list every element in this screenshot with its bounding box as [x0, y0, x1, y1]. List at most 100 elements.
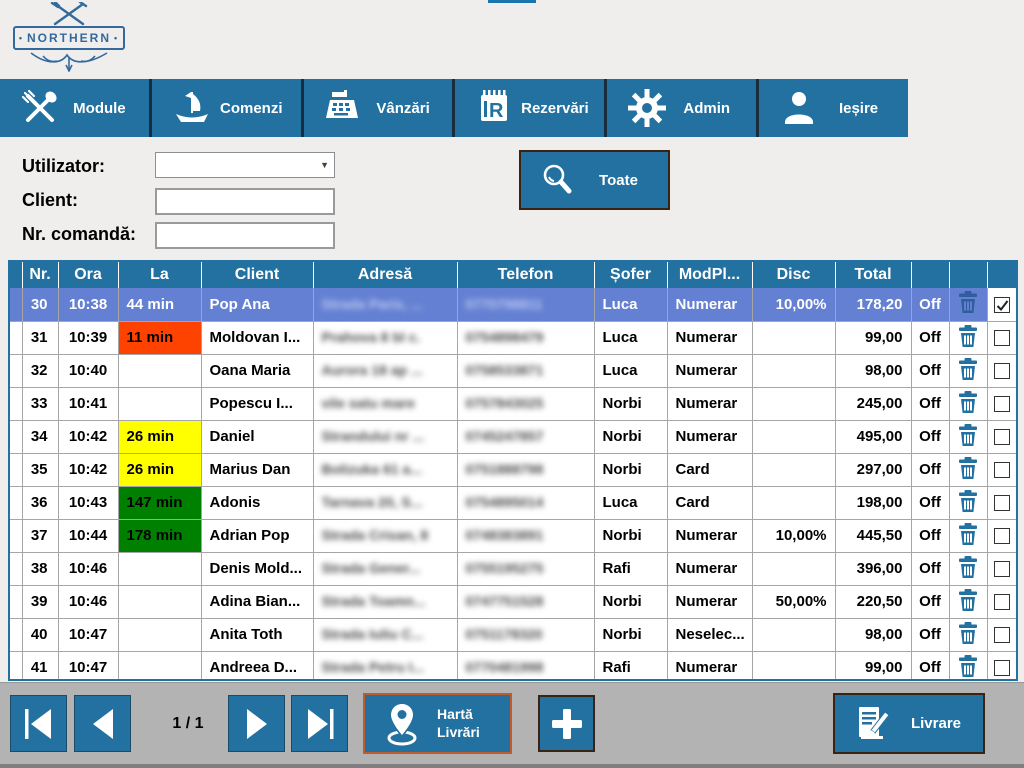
- cell-checkbox: [987, 453, 1016, 486]
- trash-icon: [958, 588, 978, 612]
- delete-order-button[interactable]: [949, 651, 987, 681]
- cell-total: 220,50: [835, 585, 911, 618]
- nav-button-vanzari[interactable]: Vânzări: [304, 79, 453, 137]
- harta-livrari-button[interactable]: HartăLivrări: [363, 693, 512, 754]
- nav-button-admin[interactable]: Admin: [607, 79, 756, 137]
- cell-payment-mode: Card: [667, 453, 752, 486]
- cell-time: 10:41: [58, 387, 118, 420]
- row-checkbox[interactable]: [994, 627, 1010, 643]
- column-header[interactable]: [987, 262, 1016, 288]
- row-checkbox[interactable]: [994, 660, 1010, 676]
- nav-button-module[interactable]: Module: [0, 79, 149, 137]
- column-header[interactable]: ModPl...: [667, 262, 752, 288]
- column-header[interactable]: Total: [835, 262, 911, 288]
- row-selector-cell[interactable]: [10, 486, 22, 519]
- cell-driver: Norbi: [594, 585, 667, 618]
- row-selector-cell[interactable]: [10, 651, 22, 681]
- row-selector-cell[interactable]: [10, 618, 22, 651]
- cell-payment-mode: Numerar: [667, 585, 752, 618]
- delete-order-button[interactable]: [949, 552, 987, 585]
- nav-button-rezervari[interactable]: R Rezervări: [455, 79, 604, 137]
- column-header[interactable]: La: [118, 262, 201, 288]
- row-selector-cell[interactable]: [10, 387, 22, 420]
- client-input[interactable]: [155, 188, 335, 215]
- next-page-button[interactable]: [228, 695, 285, 752]
- main-nav: Module Comenzi Vânzări: [0, 79, 908, 137]
- cell-checkbox: [987, 354, 1016, 387]
- row-checkbox[interactable]: [994, 495, 1010, 511]
- column-header[interactable]: Adresă: [313, 262, 457, 288]
- column-header[interactable]: Disc: [752, 262, 835, 288]
- table-row[interactable]: 3810:46Denis Mold...Strada Gener...07551…: [10, 552, 1016, 585]
- column-header[interactable]: [949, 262, 987, 288]
- add-order-button[interactable]: [538, 695, 595, 752]
- search-all-button[interactable]: Toate: [519, 150, 670, 210]
- cell-discount: [752, 651, 835, 681]
- table-row[interactable]: 3210:40Oana MariaAurora 18 ap ...0758533…: [10, 354, 1016, 387]
- delete-order-button[interactable]: [949, 585, 987, 618]
- map-pin-icon: [381, 701, 423, 747]
- table-row[interactable]: 4010:47Anita TothStrada Iuliu C...075117…: [10, 618, 1016, 651]
- row-selector-cell[interactable]: [10, 354, 22, 387]
- column-header[interactable]: [911, 262, 949, 288]
- nav-button-comenzi[interactable]: Comenzi: [152, 79, 301, 137]
- trash-icon: [958, 290, 978, 314]
- trash-icon: [958, 489, 978, 513]
- column-header[interactable]: Client: [201, 262, 313, 288]
- table-row[interactable]: 3410:4226 minDanielStrandului nr ...0745…: [10, 420, 1016, 453]
- row-checkbox[interactable]: [994, 462, 1010, 478]
- column-header[interactable]: Ora: [58, 262, 118, 288]
- utilizator-dropdown[interactable]: ▼: [155, 152, 335, 178]
- row-selector-cell[interactable]: [10, 321, 22, 354]
- cell-address-redacted: Prahova 8 bl c.: [313, 321, 457, 354]
- cell-total: 495,00: [835, 420, 911, 453]
- delete-order-button[interactable]: [949, 618, 987, 651]
- delete-order-button[interactable]: [949, 354, 987, 387]
- row-selector-cell[interactable]: [10, 288, 22, 321]
- last-page-button[interactable]: [291, 695, 348, 752]
- delete-order-button[interactable]: [949, 453, 987, 486]
- table-row[interactable]: 3010:3844 minPop AnaStrada Paris, ...077…: [10, 288, 1016, 321]
- column-header[interactable]: Șofer: [594, 262, 667, 288]
- row-checkbox[interactable]: [994, 297, 1010, 313]
- table-row[interactable]: 4110:47Andreea D...Strada Petru I...0770…: [10, 651, 1016, 681]
- cell-driver: Norbi: [594, 387, 667, 420]
- first-page-button[interactable]: [10, 695, 67, 752]
- cell-order-number: 38: [22, 552, 58, 585]
- column-header[interactable]: Telefon: [457, 262, 594, 288]
- table-row[interactable]: 3310:41Popescu I...vile satu mare0757843…: [10, 387, 1016, 420]
- row-checkbox[interactable]: [994, 429, 1010, 445]
- table-row[interactable]: 3910:46Adina Bian...Strada Toamn...07477…: [10, 585, 1016, 618]
- table-row[interactable]: 3110:3911 minMoldovan I...Prahova 8 bl c…: [10, 321, 1016, 354]
- delete-order-button[interactable]: [949, 519, 987, 552]
- row-selector-cell[interactable]: [10, 453, 22, 486]
- row-selector-cell[interactable]: [10, 585, 22, 618]
- column-header[interactable]: Nr.: [22, 262, 58, 288]
- livrare-button[interactable]: Livrare: [833, 693, 985, 754]
- delete-order-button[interactable]: [949, 288, 987, 321]
- row-checkbox[interactable]: [994, 330, 1010, 346]
- row-selector-cell[interactable]: [10, 552, 22, 585]
- column-header[interactable]: [10, 262, 22, 288]
- prev-page-button[interactable]: [74, 695, 131, 752]
- row-checkbox[interactable]: [994, 561, 1010, 577]
- row-selector-cell[interactable]: [10, 420, 22, 453]
- delete-order-button[interactable]: [949, 486, 987, 519]
- nr-comanda-input[interactable]: [155, 222, 335, 249]
- cell-discount: [752, 321, 835, 354]
- row-selector-cell[interactable]: [10, 519, 22, 552]
- table-row[interactable]: 3710:44178 minAdrian PopStrada Crisan, 8…: [10, 519, 1016, 552]
- row-checkbox[interactable]: [994, 594, 1010, 610]
- row-checkbox[interactable]: [994, 363, 1010, 379]
- cell-order-number: 36: [22, 486, 58, 519]
- nav-button-iesire[interactable]: Ieșire: [759, 79, 908, 137]
- cell-checkbox: [987, 321, 1016, 354]
- table-row[interactable]: 3510:4226 minMarius DanBolizuka 61 a...0…: [10, 453, 1016, 486]
- delete-order-button[interactable]: [949, 321, 987, 354]
- table-row[interactable]: 3610:43147 minAdonisTarnava 20, S...0754…: [10, 486, 1016, 519]
- row-checkbox[interactable]: [994, 396, 1010, 412]
- delete-order-button[interactable]: [949, 420, 987, 453]
- redacted-text: vile satu mare: [322, 395, 415, 411]
- row-checkbox[interactable]: [994, 528, 1010, 544]
- delete-order-button[interactable]: [949, 387, 987, 420]
